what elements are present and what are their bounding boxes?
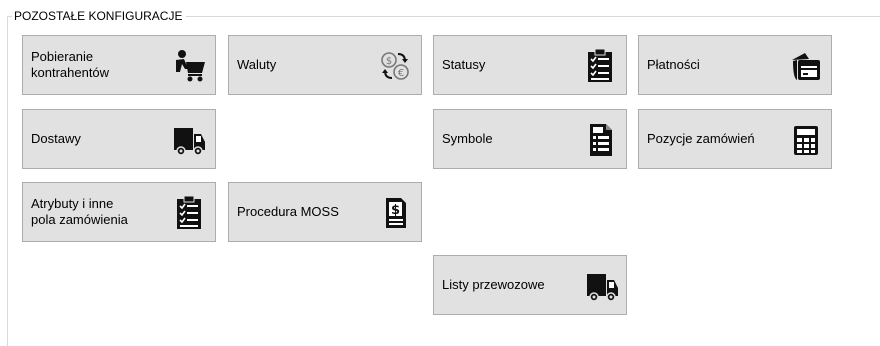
clipboard-checklist-icon: [171, 195, 207, 231]
platnosci-button[interactable]: Płatności: [638, 35, 832, 95]
atrybuty-button[interactable]: Atrybuty i inne pola zamówienia: [22, 182, 216, 242]
customer-cart-icon: [171, 48, 207, 84]
svg-text:$: $: [386, 56, 392, 67]
calculator-icon: [787, 122, 823, 158]
svg-text:$: $: [391, 203, 400, 218]
pozycje-zamowien-button[interactable]: Pozycje zamówień: [638, 109, 832, 169]
button-label: Pobieranie kontrahentów: [31, 49, 110, 80]
button-label: Statusy: [442, 57, 486, 72]
wallet-card-icon: [787, 48, 823, 84]
svg-text:€: €: [398, 68, 404, 79]
dostawy-button[interactable]: Dostawy: [22, 109, 216, 169]
currency-exchange-icon: $ €: [377, 48, 413, 84]
delivery-truck-icon: [584, 268, 620, 304]
button-label: Atrybuty i inne pola zamówienia: [31, 196, 128, 227]
button-label: Procedura MOSS: [237, 204, 339, 219]
button-label: Pozycje zamówień: [647, 131, 755, 146]
button-label: Listy przewozowe: [442, 277, 545, 292]
statusy-button[interactable]: Statusy: [433, 35, 627, 95]
listy-przewozowe-button[interactable]: Listy przewozowe: [433, 255, 627, 315]
dollar-document-icon: $: [377, 195, 413, 231]
button-label: Waluty: [237, 57, 277, 72]
procedura-moss-button[interactable]: Procedura MOSS $: [228, 182, 422, 242]
pobieranie-kontrahentow-button[interactable]: Pobieranie kontrahentów: [22, 35, 216, 95]
waluty-button[interactable]: Waluty $ €: [228, 35, 422, 95]
button-label: Płatności: [647, 57, 700, 72]
delivery-truck-icon: [171, 122, 207, 158]
button-label: Symbole: [442, 131, 493, 146]
group-title: POZOSTAŁE KONFIGURACJE: [12, 8, 187, 24]
button-label: Dostawy: [31, 131, 81, 146]
clipboard-checklist-icon: [582, 48, 618, 84]
symbole-button[interactable]: Symbole: [433, 109, 627, 169]
document-list-icon: [582, 122, 618, 158]
